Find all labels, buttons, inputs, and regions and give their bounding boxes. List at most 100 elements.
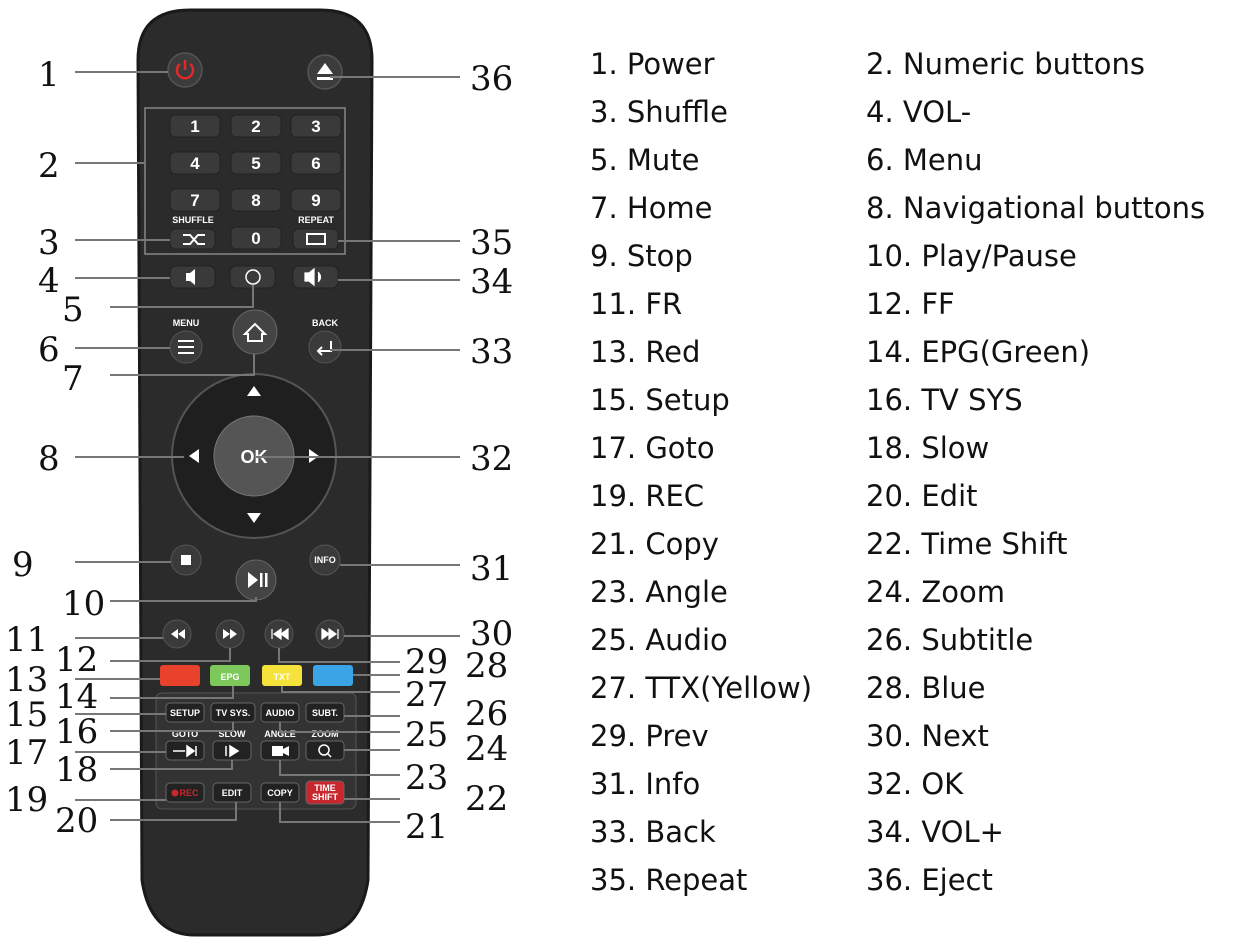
mute-button[interactable] xyxy=(229,265,276,289)
callout-9: 9 xyxy=(12,545,34,585)
angle-button[interactable] xyxy=(260,740,300,761)
callout-5: 5 xyxy=(62,290,84,330)
edit-button[interactable]: EDIT xyxy=(212,782,252,803)
legend-item: 17. Goto xyxy=(590,431,715,465)
callout-15: 15 xyxy=(5,695,48,735)
next-button[interactable] xyxy=(315,619,345,649)
copy-label: COPY xyxy=(267,788,293,798)
vol-plus-button[interactable] xyxy=(292,265,339,289)
setup-label: SETUP xyxy=(170,708,200,718)
callout-20: 20 xyxy=(55,801,98,841)
legend-item: 12. FF xyxy=(866,287,955,321)
tv-sys-button[interactable]: TV SYS. xyxy=(210,702,256,723)
legend-item: 6. Menu xyxy=(866,143,983,177)
fast-forward-button[interactable] xyxy=(215,619,245,649)
epg-label: EPG xyxy=(220,672,239,682)
legend-item: 30. Next xyxy=(866,719,989,753)
legend-item: 7. Home xyxy=(590,191,713,225)
key-7: 7 xyxy=(190,191,199,210)
callout-32: 32 xyxy=(470,439,513,479)
legend-item: 10. Play/Pause xyxy=(866,239,1077,273)
callout-11: 11 xyxy=(5,620,48,660)
time-shift-button[interactable]: TIME SHIFT xyxy=(305,780,345,805)
fast-rewind-button[interactable] xyxy=(162,619,192,649)
prev-button[interactable] xyxy=(264,619,294,649)
legend-item: 22. Time Shift xyxy=(866,527,1068,561)
audio-button[interactable]: AUDIO xyxy=(260,702,300,723)
slow-button[interactable] xyxy=(212,740,252,761)
home-button[interactable] xyxy=(232,309,278,355)
legend-item: 3. Shuffle xyxy=(590,95,728,129)
legend-item: 33. Back xyxy=(590,815,716,849)
play-pause-button[interactable] xyxy=(235,559,277,601)
legend-item: 24. Zoom xyxy=(866,575,1005,609)
stop-button[interactable] xyxy=(170,544,202,576)
legend-item: 15. Setup xyxy=(590,383,730,417)
setup-button[interactable]: SETUP xyxy=(165,702,205,723)
legend-item: 35. Repeat xyxy=(590,863,748,897)
callout-14: 14 xyxy=(55,677,98,717)
legend-item: 26. Subtitle xyxy=(866,623,1034,657)
legend-item: 5. Mute xyxy=(590,143,700,177)
zoom-button[interactable] xyxy=(305,740,345,761)
stop-icon xyxy=(181,555,191,565)
audio-label: AUDIO xyxy=(266,708,295,718)
red-button[interactable] xyxy=(160,665,200,686)
callout-25: 25 xyxy=(405,715,448,755)
menu-button[interactable] xyxy=(169,330,203,364)
callout-12: 12 xyxy=(55,640,98,680)
callout-19: 19 xyxy=(5,780,48,820)
eject-button[interactable] xyxy=(307,54,343,90)
key-0: 0 xyxy=(251,229,260,248)
key-4: 4 xyxy=(190,154,200,173)
callout-35: 35 xyxy=(470,223,513,263)
callout-31: 31 xyxy=(470,549,513,589)
legend-item: 36. Eject xyxy=(866,863,993,897)
copy-button[interactable]: COPY xyxy=(260,782,300,803)
tvsys-label: TV SYS. xyxy=(216,708,251,718)
power-button[interactable] xyxy=(167,52,203,88)
epg-green-button[interactable]: EPG xyxy=(210,665,250,686)
ttx-yellow-button[interactable]: TXT xyxy=(262,665,302,686)
callout-8: 8 xyxy=(38,439,60,479)
shuffle-label: SHUFFLE xyxy=(172,215,214,225)
callout-24: 24 xyxy=(465,729,508,769)
callout-23: 23 xyxy=(405,758,448,798)
goto-button[interactable] xyxy=(165,740,205,761)
zoom-label: ZOOM xyxy=(312,729,339,739)
subt-label: SUBT. xyxy=(312,708,338,718)
key-1: 1 xyxy=(190,117,199,136)
back-label: BACK xyxy=(312,318,338,328)
txt-label: TXT xyxy=(274,672,292,682)
info-button[interactable]: INFO xyxy=(309,544,341,576)
callout-16: 16 xyxy=(55,712,98,752)
legend-item: 27. TTX(Yellow) xyxy=(590,671,813,705)
legend-item: 13. Red xyxy=(590,335,701,369)
legend-item: 20. Edit xyxy=(866,479,978,513)
legend-item: 29. Prev xyxy=(590,719,709,753)
subtitle-button[interactable]: SUBT. xyxy=(305,702,345,723)
callout-7: 7 xyxy=(62,359,84,399)
legend-item: 14. EPG(Green) xyxy=(866,335,1091,369)
callout-22: 22 xyxy=(465,779,508,819)
callout-27: 27 xyxy=(405,675,448,715)
shuffle-button[interactable] xyxy=(169,228,216,250)
menu-label: MENU xyxy=(173,318,200,328)
legend-item: 11. FR xyxy=(590,287,683,321)
key-2: 2 xyxy=(251,117,260,136)
callout-3: 3 xyxy=(38,223,60,263)
callout-2: 2 xyxy=(38,146,60,186)
legend-item: 16. TV SYS xyxy=(866,383,1023,417)
blue-button[interactable] xyxy=(313,665,353,686)
rec-dot-icon xyxy=(171,789,179,797)
info-label: INFO xyxy=(314,555,336,565)
legend-item: 23. Angle xyxy=(590,575,728,609)
rec-button[interactable]: REC xyxy=(165,782,205,803)
repeat-button[interactable] xyxy=(292,228,339,250)
legend-item: 8. Navigational buttons xyxy=(866,191,1206,225)
key-3: 3 xyxy=(311,117,320,136)
vol-minus-button[interactable] xyxy=(169,265,216,289)
legend-item: 31. Info xyxy=(590,767,701,801)
back-button[interactable] xyxy=(308,330,342,364)
legend-item: 4. VOL- xyxy=(866,95,972,129)
